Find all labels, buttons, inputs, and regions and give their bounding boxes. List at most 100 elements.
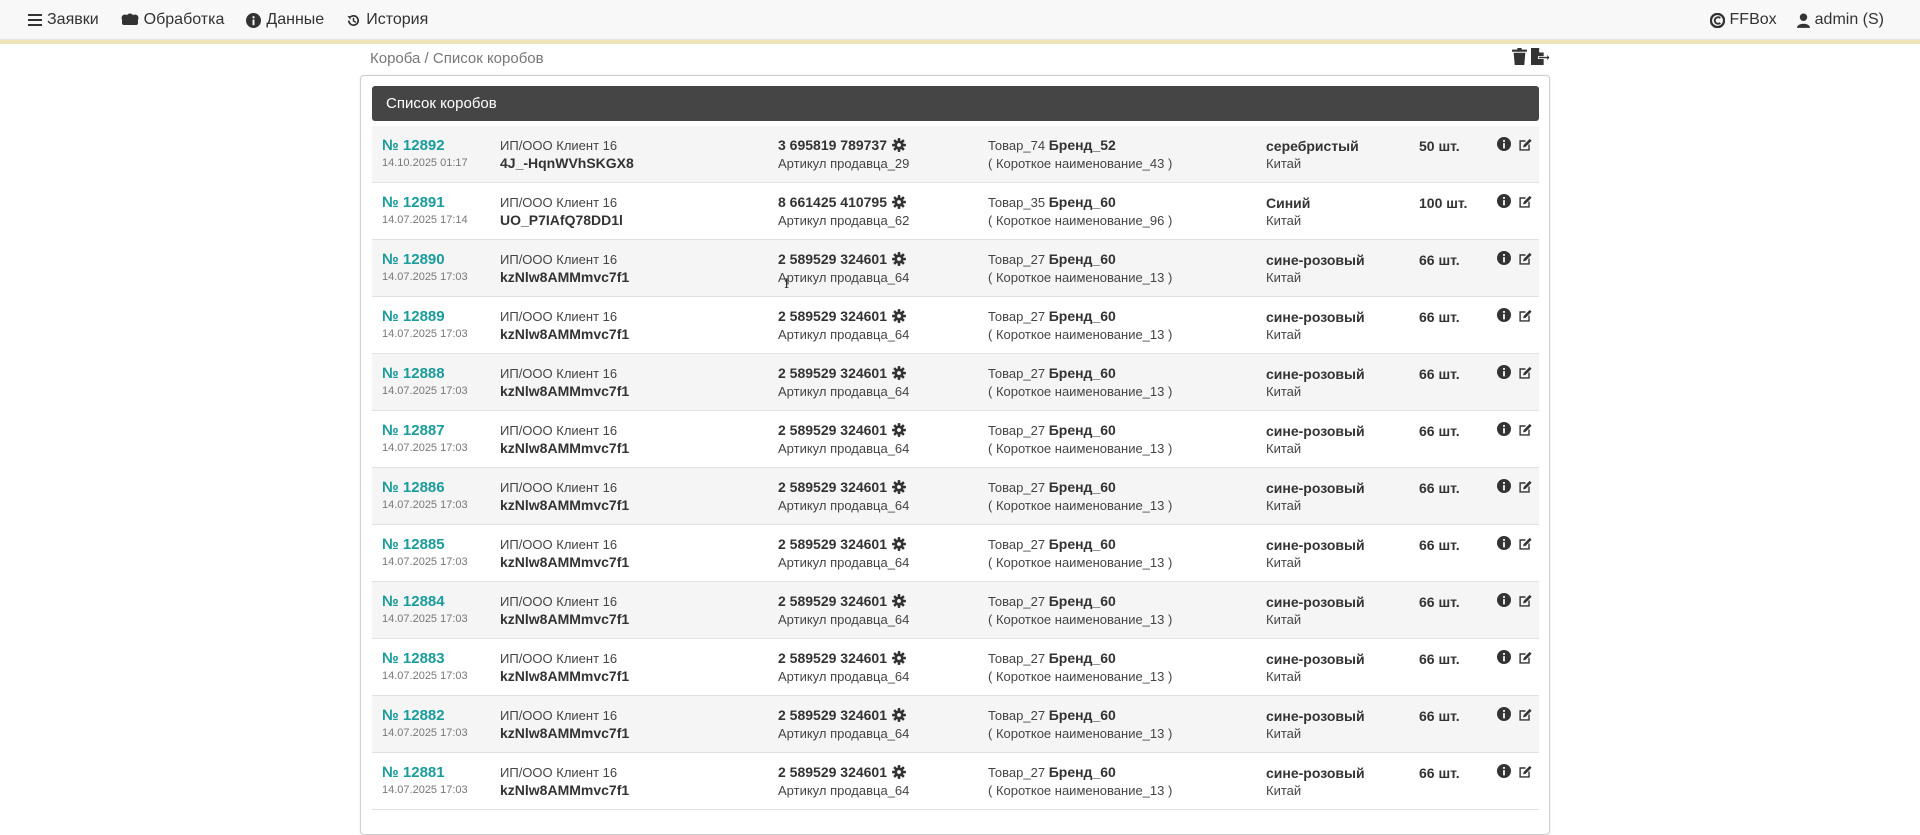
top-actions bbox=[1512, 48, 1551, 68]
box-article: Артикул продавца_64 bbox=[778, 612, 910, 627]
gear-icon[interactable] bbox=[892, 366, 906, 380]
barcode-value: 2 589529 324601 bbox=[778, 365, 887, 381]
info-icon[interactable] bbox=[1497, 251, 1511, 268]
nav-item-history[interactable]: История bbox=[346, 11, 428, 29]
box-article: Артикул продавца_64 bbox=[778, 555, 910, 570]
info-icon[interactable] bbox=[1497, 194, 1511, 211]
box-barcode: 2 589529 324601 bbox=[778, 422, 906, 438]
info-icon[interactable] bbox=[1497, 365, 1511, 382]
user-menu[interactable]: admin (S) bbox=[1796, 11, 1884, 29]
box-client: ИП/ООО Клиент 16 bbox=[500, 537, 618, 552]
box-color: Синий bbox=[1266, 195, 1311, 211]
gear-icon[interactable] bbox=[892, 309, 906, 323]
edit-icon[interactable] bbox=[1518, 650, 1533, 668]
barcode-value: 2 589529 324601 bbox=[778, 479, 887, 495]
box-number-link[interactable]: № 12891 bbox=[382, 194, 445, 211]
gear-icon[interactable] bbox=[892, 480, 906, 494]
box-number-link[interactable]: № 12888 bbox=[382, 365, 445, 382]
breadcrumb-current: Список коробов bbox=[432, 50, 544, 67]
box-number-link[interactable]: № 12889 bbox=[382, 308, 445, 325]
boxes-list: № 12892 14.10.2025 01:17 ИП/ООО Клиент 16 4… bbox=[372, 126, 1539, 810]
box-barcode: 2 589529 324601 bbox=[778, 308, 906, 324]
box-country: Китай bbox=[1266, 612, 1302, 627]
box-color: сине-розовый bbox=[1266, 708, 1365, 724]
nav-item-data[interactable]: Данные bbox=[246, 11, 324, 29]
box-code: kzNlw8AMMmvc7f1 bbox=[500, 497, 630, 513]
nav-item-processing[interactable]: Обработка bbox=[121, 11, 224, 29]
box-number-link[interactable]: № 12892 bbox=[382, 137, 445, 154]
edit-icon[interactable] bbox=[1518, 593, 1533, 611]
product-brand: Бренд_60 bbox=[1048, 593, 1116, 609]
gear-icon[interactable] bbox=[892, 138, 906, 152]
box-quantity: 66 шт. bbox=[1419, 537, 1460, 553]
gear-icon[interactable] bbox=[892, 708, 906, 722]
gear-icon[interactable] bbox=[892, 195, 906, 209]
box-short-name: ( Короткое наименование_13 ) bbox=[988, 498, 1173, 513]
box-number-link[interactable]: № 12890 bbox=[382, 251, 445, 268]
gear-icon[interactable] bbox=[892, 594, 906, 608]
edit-icon[interactable] bbox=[1518, 764, 1533, 782]
product-brand: Бренд_60 bbox=[1048, 422, 1116, 438]
box-date: 14.10.2025 01:17 bbox=[382, 157, 468, 169]
barcode-value: 2 589529 324601 bbox=[778, 536, 887, 552]
info-icon[interactable] bbox=[1497, 308, 1511, 325]
barcode-value: 2 589529 324601 bbox=[778, 707, 887, 723]
edit-icon[interactable] bbox=[1518, 422, 1533, 440]
box-row: № 12886 14.07.2025 17:03 ИП/ООО Клиент 16 k… bbox=[372, 468, 1539, 525]
gear-icon[interactable] bbox=[892, 537, 906, 551]
info-icon[interactable] bbox=[1497, 707, 1511, 724]
box-short-name: ( Короткое наименование_13 ) bbox=[988, 270, 1173, 285]
box-date: 14.07.2025 17:03 bbox=[382, 271, 468, 283]
box-date: 14.07.2025 17:03 bbox=[382, 613, 468, 625]
edit-icon[interactable] bbox=[1518, 251, 1533, 269]
edit-icon[interactable] bbox=[1518, 707, 1533, 725]
box-number-link[interactable]: № 12886 bbox=[382, 479, 445, 496]
brand-link[interactable]: FFBox bbox=[1709, 11, 1777, 29]
edit-icon[interactable] bbox=[1518, 308, 1533, 326]
edit-icon[interactable] bbox=[1518, 536, 1533, 554]
box-short-name: ( Короткое наименование_43 ) bbox=[988, 156, 1173, 171]
info-icon[interactable] bbox=[1497, 650, 1511, 667]
info-icon[interactable] bbox=[1497, 764, 1511, 781]
barcode-value: 2 589529 324601 bbox=[778, 308, 887, 324]
gear-icon[interactable] bbox=[892, 765, 906, 779]
brand-label: FFBox bbox=[1729, 11, 1777, 28]
info-icon[interactable] bbox=[1497, 137, 1511, 154]
edit-icon[interactable] bbox=[1518, 194, 1533, 212]
box-color: сине-розовый bbox=[1266, 651, 1365, 667]
gear-icon[interactable] bbox=[892, 252, 906, 266]
box-number-link[interactable]: № 12882 bbox=[382, 707, 445, 724]
gear-icon[interactable] bbox=[892, 423, 906, 437]
box-code: UO_P7IAfQ78DD1l bbox=[500, 212, 623, 228]
trash-icon[interactable] bbox=[1512, 48, 1527, 68]
box-short-name: ( Короткое наименование_13 ) bbox=[988, 555, 1173, 570]
box-quantity: 66 шт. bbox=[1419, 252, 1460, 268]
edit-icon[interactable] bbox=[1518, 479, 1533, 497]
box-number-link[interactable]: № 12884 bbox=[382, 593, 445, 610]
info-icon[interactable] bbox=[1497, 422, 1511, 439]
info-icon[interactable] bbox=[1497, 536, 1511, 553]
barcode-value: 3 695819 789737 bbox=[778, 137, 887, 153]
box-number-link[interactable]: № 12885 bbox=[382, 536, 445, 553]
edit-icon[interactable] bbox=[1518, 365, 1533, 383]
box-number-link[interactable]: № 12887 bbox=[382, 422, 445, 439]
nav-item-requests[interactable]: Заявки bbox=[28, 11, 99, 29]
file-export-icon[interactable] bbox=[1531, 48, 1551, 68]
box-product: Товар_74 Бренд_52 bbox=[988, 137, 1116, 153]
box-product: Товар_27 Бренд_60 bbox=[988, 650, 1116, 666]
box-date: 14.07.2025 17:03 bbox=[382, 784, 468, 796]
info-icon[interactable] bbox=[1497, 593, 1511, 610]
box-short-name: ( Короткое наименование_13 ) bbox=[988, 441, 1173, 456]
box-article: Артикул продавца_64 bbox=[778, 270, 910, 285]
info-icon bbox=[246, 12, 262, 28]
breadcrumb-parent[interactable]: Короба bbox=[370, 50, 420, 67]
info-icon[interactable] bbox=[1497, 479, 1511, 496]
box-number-link[interactable]: № 12881 bbox=[382, 764, 445, 781]
box-row: № 12882 14.07.2025 17:03 ИП/ООО Клиент 16 k… bbox=[372, 696, 1539, 753]
gear-icon[interactable] bbox=[892, 651, 906, 665]
box-number-link[interactable]: № 12883 bbox=[382, 650, 445, 667]
box-code: kzNlw8AMMmvc7f1 bbox=[500, 668, 630, 684]
edit-icon[interactable] bbox=[1518, 137, 1533, 155]
box-article: Артикул продавца_64 bbox=[778, 441, 910, 456]
box-product: Товар_27 Бренд_60 bbox=[988, 536, 1116, 552]
